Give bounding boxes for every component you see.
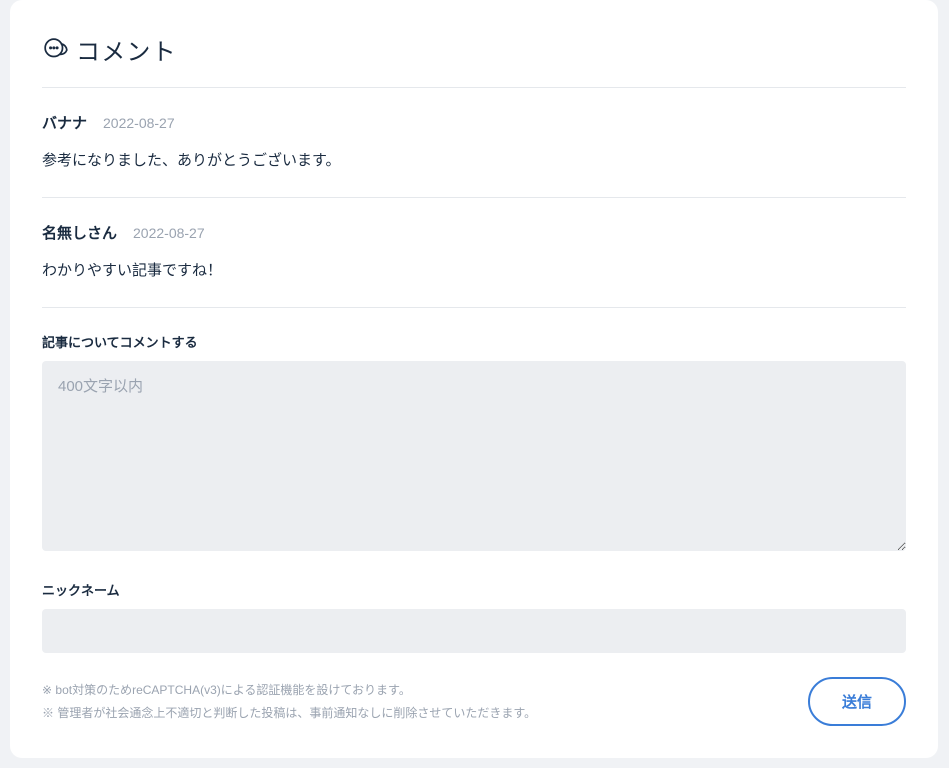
nickname-label: ニックネーム xyxy=(42,580,906,599)
section-title: コメント xyxy=(76,32,177,67)
comment-header: バナナ 2022-08-27 xyxy=(42,112,906,133)
comment-section-card: コメント バナナ 2022-08-27 参考になりました、ありがとうございます。… xyxy=(10,0,938,758)
comment-body: 参考になりました、ありがとうございます。 xyxy=(42,149,906,173)
comment-icon xyxy=(42,36,70,64)
comment-item: バナナ 2022-08-27 参考になりました、ありがとうございます。 xyxy=(42,88,906,198)
comment-author: 名無しさん xyxy=(42,222,117,243)
comment-body: わかりやすい記事ですね！ xyxy=(42,259,906,283)
note-line: ※ bot対策のためreCAPTCHA(v3)による認証機能を設けております。 xyxy=(42,679,536,702)
comment-date: 2022-08-27 xyxy=(103,115,175,131)
form-footer: ※ bot対策のためreCAPTCHA(v3)による認証機能を設けております。 … xyxy=(42,677,906,726)
form-notes: ※ bot対策のためreCAPTCHA(v3)による認証機能を設けております。 … xyxy=(42,679,536,725)
section-header: コメント xyxy=(42,32,906,88)
comment-header: 名無しさん 2022-08-27 xyxy=(42,222,906,243)
comment-author: バナナ xyxy=(42,112,87,133)
comment-label: 記事についてコメントする xyxy=(42,332,906,351)
comment-field-group: 記事についてコメントする xyxy=(42,332,906,556)
comment-form: 記事についてコメントする ニックネーム ※ bot対策のためreCAPTCHA(… xyxy=(42,308,906,726)
nickname-input[interactable] xyxy=(42,609,906,653)
note-line: ※ 管理者が社会通念上不適切と判断した投稿は、事前通知なしに削除させていただきま… xyxy=(42,702,536,725)
comment-date: 2022-08-27 xyxy=(133,225,205,241)
submit-button[interactable]: 送信 xyxy=(808,677,906,726)
comment-item: 名無しさん 2022-08-27 わかりやすい記事ですね！ xyxy=(42,198,906,308)
comment-list: バナナ 2022-08-27 参考になりました、ありがとうございます。 名無しさ… xyxy=(42,88,906,308)
comment-textarea[interactable] xyxy=(42,361,906,551)
nickname-field-group: ニックネーム xyxy=(42,580,906,653)
